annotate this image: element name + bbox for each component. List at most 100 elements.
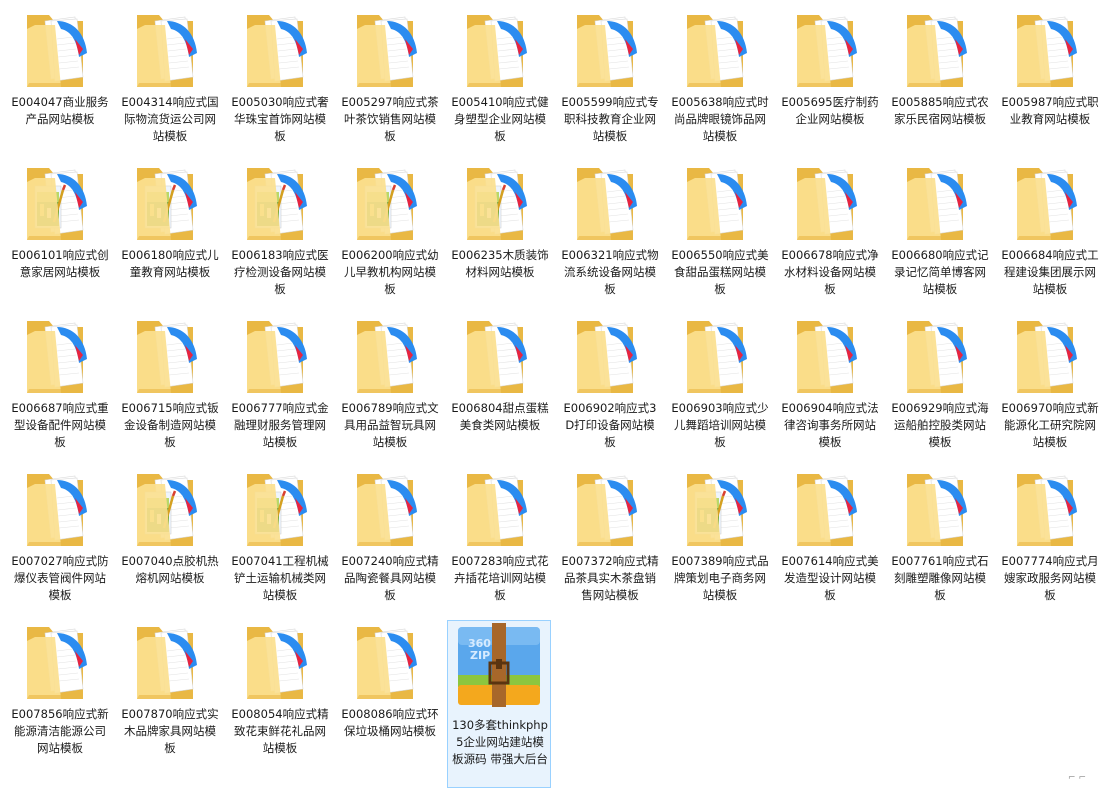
file-item[interactable]: E005638响应式时尚品牌眼镜饰品网站模板 [667, 3, 771, 153]
file-item[interactable]: E006180响应式儿童教育网站模板 [117, 156, 221, 306]
file-item[interactable]: E006235木质装饰材料网站模板 [447, 156, 551, 306]
folder-icon [571, 162, 649, 244]
file-item-label: E006680响应式记录记忆简单博客网站模板 [891, 248, 989, 296]
folder-image-icon [241, 468, 319, 550]
file-item[interactable]: E004314响应式国际物流货运公司网站模板 [117, 3, 221, 153]
file-item[interactable]: E007283响应式花卉插花培训网站模板 [447, 462, 551, 612]
folder-icon [241, 315, 319, 397]
folder-image-icon [681, 468, 759, 550]
file-item[interactable]: E007041工程机械铲土运输机械类网站模板 [227, 462, 331, 612]
file-item[interactable]: E006680响应式记录记忆简单博客网站模板 [887, 156, 991, 306]
folder-icon [241, 621, 319, 703]
folder-icon [791, 162, 869, 244]
folder-icon [351, 468, 429, 550]
file-item[interactable]: E007870响应式实木品牌家具网站模板 [117, 615, 221, 765]
file-item[interactable]: E006929响应式海运船舶控股类网站模板 [887, 309, 991, 459]
folder-icon [461, 315, 539, 397]
file-item[interactable]: E006904响应式法律咨询事务所网站模板 [777, 309, 881, 459]
file-item[interactable]: E007389响应式品牌策划电子商务网站模板 [667, 462, 771, 612]
folder-icon [21, 315, 99, 397]
folder-image-icon [131, 468, 209, 550]
file-item[interactable]: E006902响应式3D打印设备网站模板 [557, 309, 661, 459]
file-item-label: E006970响应式新能源化工研究院网站模板 [1001, 401, 1099, 449]
file-item-label: E006902响应式3D打印设备网站模板 [563, 401, 657, 449]
file-item[interactable]: E005030响应式奢华珠宝首饰网站模板 [227, 3, 331, 153]
file-item[interactable]: E008086响应式环保垃圾桶网站模板 [337, 615, 441, 765]
folder-icon [791, 9, 869, 91]
file-item-label: E006687响应式重型设备配件网站模板 [11, 401, 109, 449]
folder-icon [791, 468, 869, 550]
folder-icon [1011, 315, 1089, 397]
file-item[interactable]: E005297响应式茶叶茶饮销售网站模板 [337, 3, 441, 153]
folder-icon [461, 9, 539, 91]
file-item[interactable]: E007614响应式美发造型设计网站模板 [777, 462, 881, 612]
file-item[interactable]: E006687响应式重型设备配件网站模板 [7, 309, 111, 459]
file-item[interactable]: E004047商业服务产品网站模板 [7, 3, 111, 153]
file-item[interactable]: E008054响应式精致花束鲜花礼品网站模板 [227, 615, 331, 765]
file-item-label: E006684响应式工程建设集团展示网站模板 [1001, 248, 1099, 296]
file-item-label: E007856响应式新能源清洁能源公司网站模板 [11, 707, 109, 755]
folder-icon [1011, 162, 1089, 244]
file-item[interactable]: E006678响应式净水材料设备网站模板 [777, 156, 881, 306]
file-item[interactable]: 360 ZIP 130多套thinkphp5企业网站建站模板源码 带强大后台 [447, 620, 551, 788]
file-item-label: E005885响应式农家乐民宿网站模板 [891, 95, 989, 126]
file-item-label: E006235木质装饰材料网站模板 [451, 248, 549, 279]
file-item[interactable]: E006777响应式金融理财服务管理网站模板 [227, 309, 331, 459]
file-item[interactable]: E005599响应式专职科技教育企业网站模板 [557, 3, 661, 153]
file-item[interactable]: E007240响应式精品陶瓷餐具网站模板 [337, 462, 441, 612]
file-item[interactable]: E006550响应式美食甜品蛋糕网站模板 [667, 156, 771, 306]
folder-icon [681, 315, 759, 397]
file-item-label: E007389响应式品牌策划电子商务网站模板 [671, 554, 769, 602]
folder-icon [131, 315, 209, 397]
file-item[interactable]: E006183响应式医疗检测设备网站模板 [227, 156, 331, 306]
file-item-label: E007372响应式精品茶具实木茶盘销售网站模板 [561, 554, 659, 602]
folder-icon [351, 315, 429, 397]
file-item[interactable]: E006970响应式新能源化工研究院网站模板 [997, 309, 1100, 459]
file-item[interactable]: E006804甜点蛋糕美食类网站模板 [447, 309, 551, 459]
zip-archive-icon: 360 ZIP [454, 623, 540, 707]
folder-icon [461, 468, 539, 550]
file-item-label: E008054响应式精致花束鲜花礼品网站模板 [231, 707, 329, 755]
file-item-label: 130多套thinkphp5企业网站建站模板源码 带强大后台 [452, 718, 548, 766]
file-item-label: E007870响应式实木品牌家具网站模板 [121, 707, 219, 755]
folder-image-icon [241, 162, 319, 244]
file-item-label: E006550响应式美食甜品蛋糕网站模板 [671, 248, 769, 296]
folder-icon [571, 468, 649, 550]
file-item[interactable]: E005695医疗制药企业网站模板 [777, 3, 881, 153]
file-item[interactable]: E007856响应式新能源清洁能源公司网站模板 [7, 615, 111, 765]
folder-icon [571, 315, 649, 397]
file-item-label: E005030响应式奢华珠宝首饰网站模板 [231, 95, 329, 143]
file-item[interactable]: E007372响应式精品茶具实木茶盘销售网站模板 [557, 462, 661, 612]
folder-icon [1011, 9, 1089, 91]
file-item[interactable]: E007027响应式防爆仪表管阀件网站模板 [7, 462, 111, 612]
folder-icon [901, 9, 979, 91]
folder-icon [681, 162, 759, 244]
file-item[interactable]: E006903响应式少儿舞蹈培训网站模板 [667, 309, 771, 459]
file-item-label: E006777响应式金融理财服务管理网站模板 [231, 401, 329, 449]
folder-image-icon [131, 162, 209, 244]
file-item[interactable]: E007040点胶机热熔机网站模板 [117, 462, 221, 612]
file-item[interactable]: E005410响应式健身塑型企业网站模板 [447, 3, 551, 153]
file-item[interactable]: E006101响应式创意家居网站模板 [7, 156, 111, 306]
folder-icon [571, 9, 649, 91]
file-item-label: E006904响应式法律咨询事务所网站模板 [781, 401, 879, 449]
folder-icon [21, 468, 99, 550]
file-item[interactable]: E006200响应式幼儿早教机构网站模板 [337, 156, 441, 306]
file-item[interactable]: E005987响应式职业教育网站模板 [997, 3, 1100, 153]
file-item-label: E007614响应式美发造型设计网站模板 [781, 554, 879, 602]
file-item-label: E005297响应式茶叶茶饮销售网站模板 [341, 95, 439, 143]
file-item[interactable]: E007761响应式石刻雕塑雕像网站模板 [887, 462, 991, 612]
folder-icon [21, 9, 99, 91]
file-item[interactable]: E007774响应式月嫂家政服务网站模板 [997, 462, 1100, 612]
file-item[interactable]: E005885响应式农家乐民宿网站模板 [887, 3, 991, 153]
folder-icon [681, 9, 759, 91]
folder-icon [351, 9, 429, 91]
folder-icon [21, 621, 99, 703]
file-item-label: E006789响应式文具用品益智玩具网站模板 [341, 401, 439, 449]
file-item[interactable]: E006789响应式文具用品益智玩具网站模板 [337, 309, 441, 459]
file-item[interactable]: E006684响应式工程建设集团展示网站模板 [997, 156, 1100, 306]
file-item[interactable]: E006715响应式钣金设备制造网站模板 [117, 309, 221, 459]
file-item[interactable]: E006321响应式物流系统设备网站模板 [557, 156, 661, 306]
file-item-label: E006903响应式少儿舞蹈培训网站模板 [671, 401, 769, 449]
file-item-label: E007027响应式防爆仪表管阀件网站模板 [11, 554, 109, 602]
